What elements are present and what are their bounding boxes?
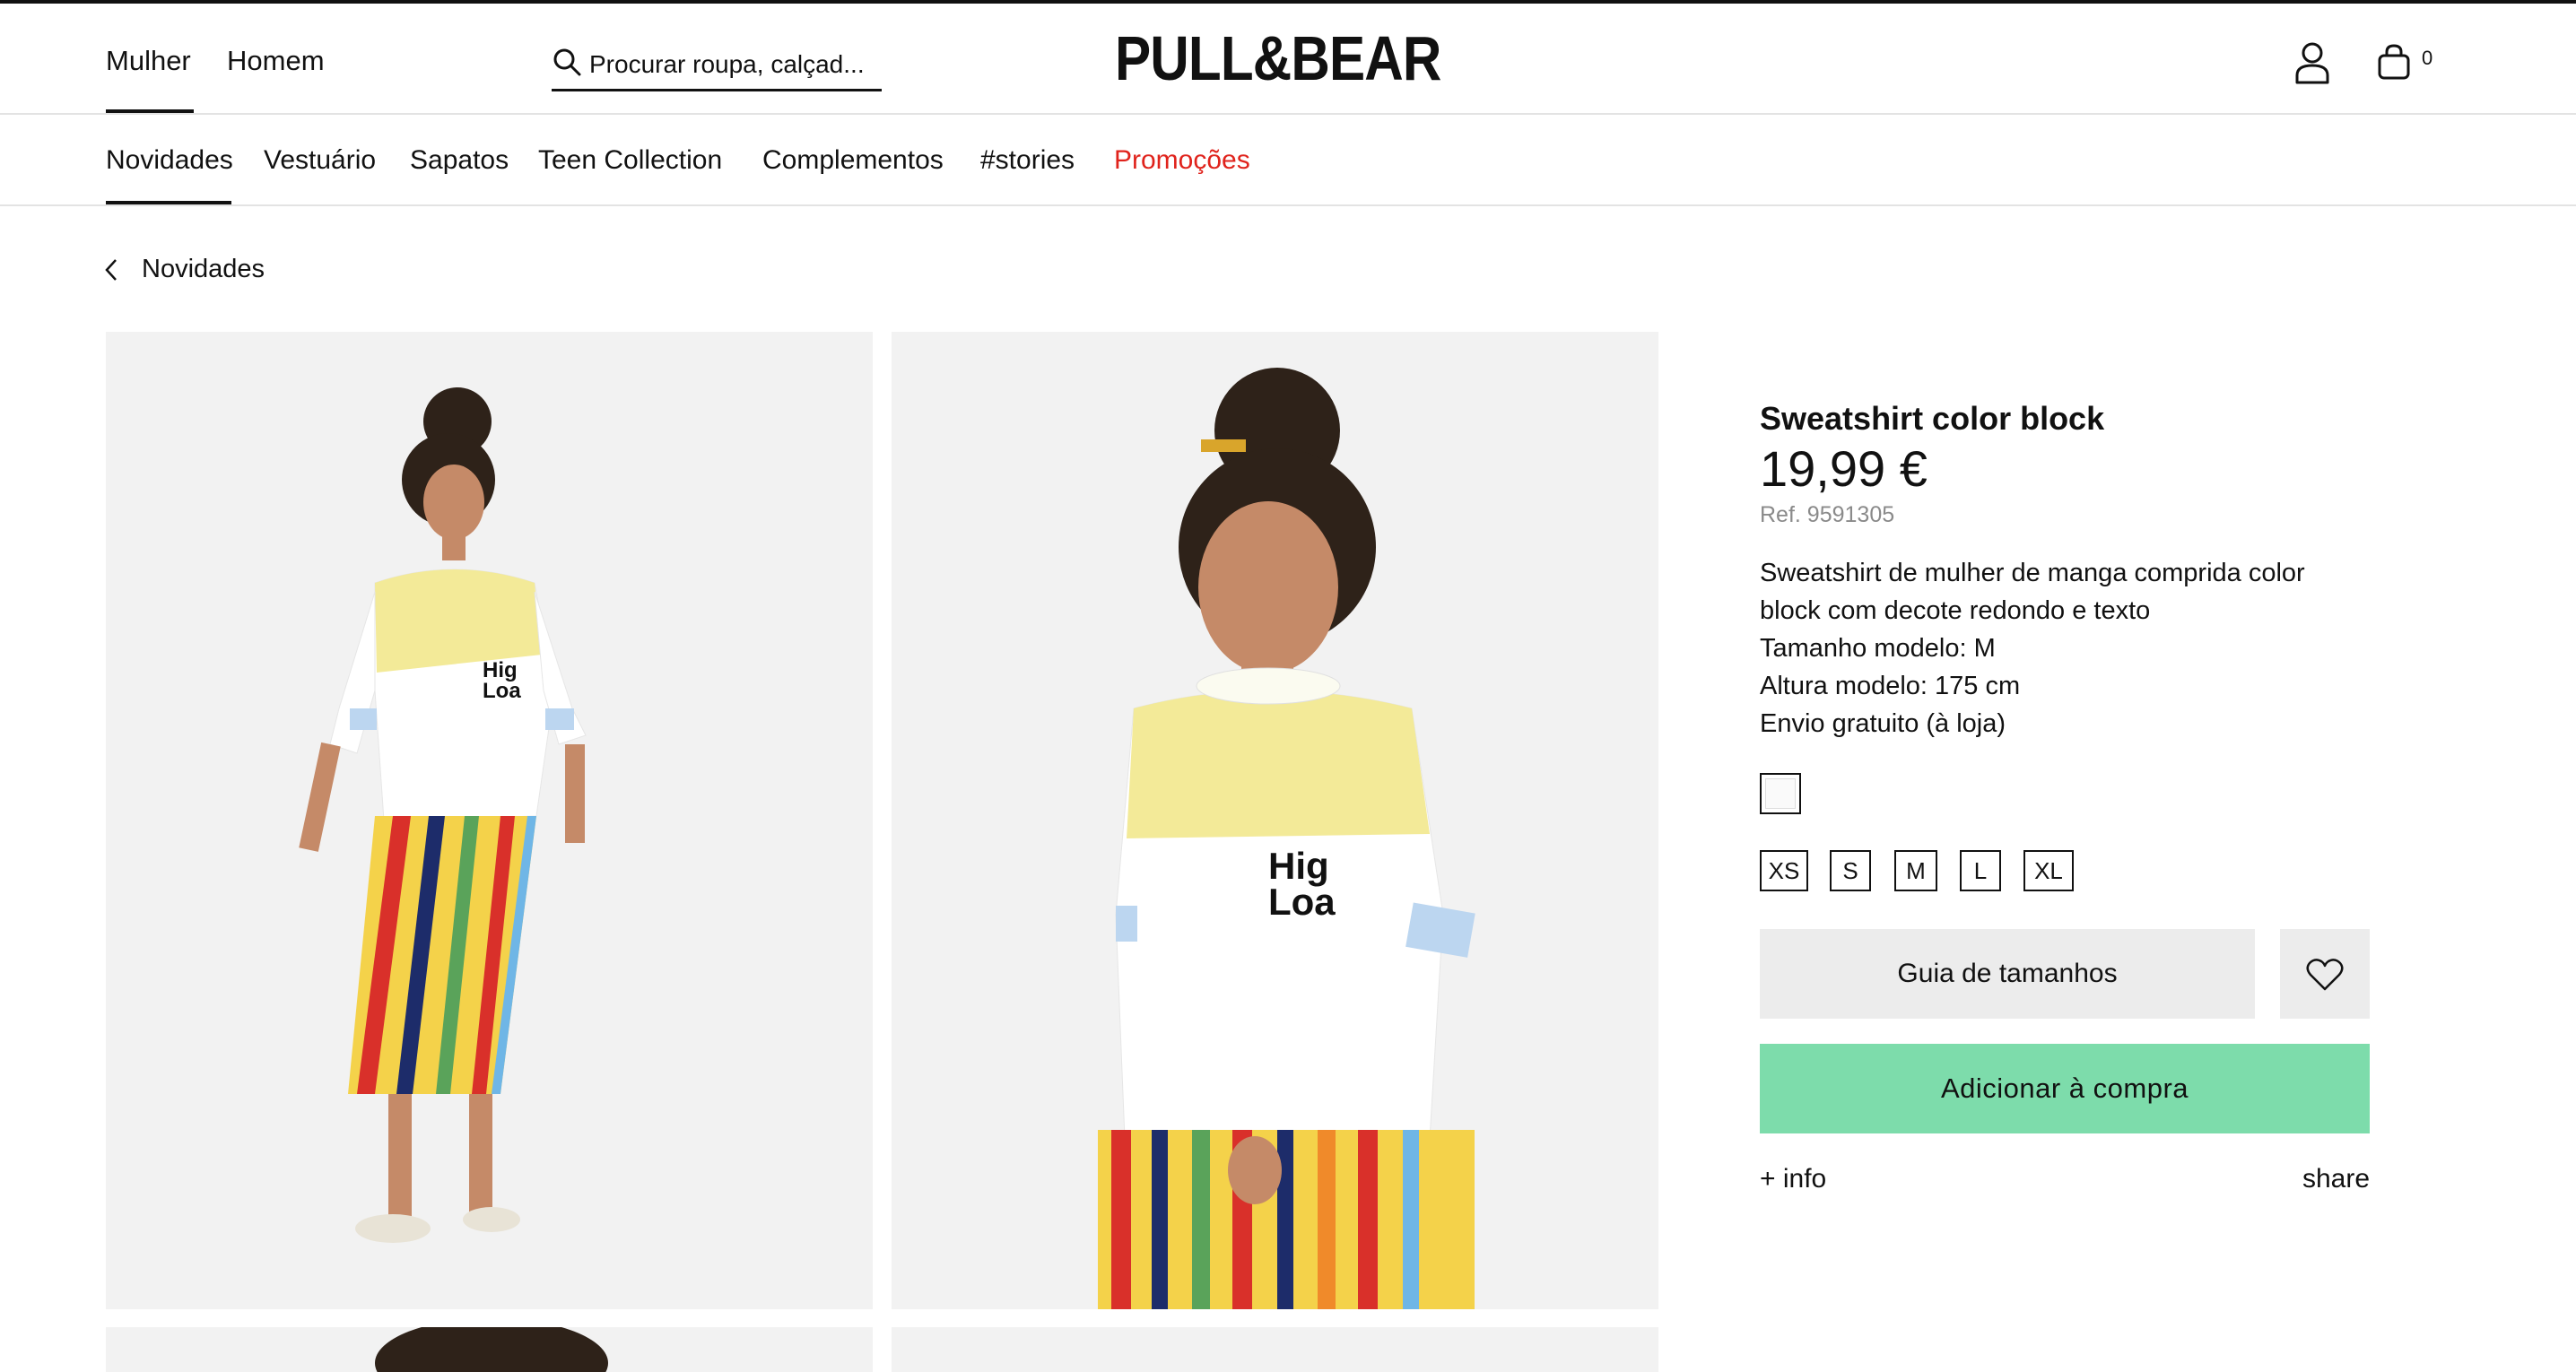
user-icon[interactable]: [2294, 41, 2330, 84]
cart-count: 0: [2422, 47, 2433, 69]
description-line: Envio gratuito (à loja): [1760, 709, 2006, 738]
add-to-cart-label: Adicionar à compra: [1940, 1072, 2189, 1104]
size-option-m[interactable]: M: [1894, 850, 1937, 891]
product-image-2[interactable]: Hig Loa: [892, 332, 1658, 1309]
main-header: Mulher Homem Procurar roupa, calçad... P…: [0, 4, 2576, 115]
add-to-wishlist-button[interactable]: [2280, 929, 2370, 1019]
nav-item-novidades[interactable]: Novidades: [106, 145, 233, 176]
size-guide-button[interactable]: Guia de tamanhos: [1760, 929, 2255, 1019]
search-input[interactable]: Procurar roupa, calçad...: [552, 45, 882, 91]
breadcrumb-back-link[interactable]: Novidades: [142, 255, 265, 284]
add-to-cart-button[interactable]: Adicionar à compra: [1760, 1044, 2370, 1133]
gender-tab-homem[interactable]: Homem: [227, 45, 325, 77]
size-option-xl[interactable]: XL: [2023, 850, 2074, 891]
size-option-l[interactable]: L: [1960, 850, 2001, 891]
nav-item-vestuario[interactable]: Vestuário: [264, 145, 376, 176]
size-option-xs[interactable]: XS: [1760, 850, 1808, 891]
color-swatch-fill: [1765, 778, 1796, 809]
product-description: Sweatshirt de mulher de manga comprida c…: [1760, 554, 2388, 742]
size-guide-label: Guia de tamanhos: [1897, 959, 2118, 988]
gender-active-indicator: [106, 109, 194, 113]
product-image-1[interactable]: Hig Loa: [106, 332, 873, 1309]
nav-item-stories[interactable]: #stories: [980, 145, 1075, 176]
heart-icon: [2306, 959, 2344, 991]
search-icon[interactable]: [552, 47, 582, 77]
product-image-4[interactable]: [892, 1327, 1658, 1372]
category-nav: Novidades Vestuário Sapatos Teen Collect…: [0, 117, 2576, 206]
search-placeholder: Procurar roupa, calçad...: [589, 50, 865, 78]
more-info-link[interactable]: + info: [1760, 1164, 1826, 1194]
nav-active-indicator: [106, 201, 231, 204]
chevron-left-icon[interactable]: [103, 256, 119, 283]
product-price: 19,99 €: [1760, 440, 1928, 497]
color-swatch[interactable]: [1760, 773, 1801, 814]
gender-tab-mulher[interactable]: Mulher: [106, 45, 191, 77]
product-reference: Ref. 9591305: [1760, 502, 1895, 527]
size-option-s[interactable]: S: [1830, 850, 1871, 891]
description-line: block com decote redondo e texto: [1760, 596, 2151, 625]
nav-item-teen-collection[interactable]: Teen Collection: [538, 145, 722, 176]
brand-logo[interactable]: PULL&BEAR: [1115, 27, 1441, 90]
nav-item-promocoes[interactable]: Promoções: [1114, 145, 1250, 176]
nav-item-sapatos[interactable]: Sapatos: [410, 145, 509, 176]
description-line: Tamanho modelo: M: [1760, 634, 1996, 663]
shopping-bag-icon[interactable]: [2377, 43, 2411, 81]
description-line: Altura modelo: 175 cm: [1760, 672, 2021, 700]
svg-text:Loa: Loa: [1268, 881, 1336, 923]
product-title: Sweatshirt color block: [1760, 400, 2105, 437]
svg-text:Loa: Loa: [483, 679, 521, 703]
description-line: Sweatshirt de mulher de manga comprida c…: [1760, 559, 2305, 587]
product-image-3[interactable]: [106, 1327, 873, 1372]
share-link[interactable]: share: [2302, 1164, 2370, 1194]
nav-item-complementos[interactable]: Complementos: [762, 145, 944, 176]
